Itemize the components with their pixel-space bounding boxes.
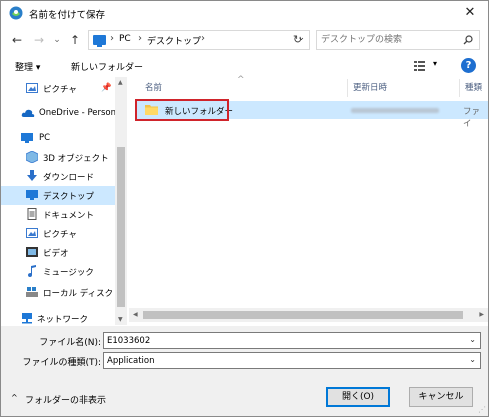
sort-ascending-icon: ^ [237,75,245,85]
window-title: 名前を付けて保存 [29,10,106,21]
scroll-down-icon[interactable]: ▼ [118,316,123,323]
navigation-pane: ピクチャ 📌 OneDrive - Person PC 3D オブジェクト ダウ… [1,77,127,325]
forward-arrow-icon[interactable]: → [31,32,47,48]
filename-field[interactable]: ⌄ [103,332,481,349]
cancel-button[interactable]: キャンセル [409,387,473,407]
file-list: ^ 名前 更新日時 種類 新しいフォルダー ファイ [129,75,488,325]
filename-dropdown-icon[interactable]: ⌄ [469,335,476,344]
help-icon[interactable]: ? [461,58,476,73]
sidebar-item-label: ビデオ [43,249,69,259]
sidebar-item-3d-objects[interactable]: 3D オブジェクト [1,148,115,167]
save-as-dialog: 名前を付けて保存 ✕ ← → ⌄ ↑ › PC › デスクトップ › ⌄ ↻ 整… [0,0,489,417]
sidebar-item-network[interactable]: ネットワーク [1,309,115,325]
network-icon [22,313,32,324]
sidebar-item-label: ミュージック [43,268,94,278]
pin-icon[interactable]: 📌 [101,83,112,93]
scroll-up-icon[interactable]: ▲ [118,79,123,86]
sidebar-item-label: OneDrive - Person [39,108,117,118]
sidebar-item-pictures-quick[interactable]: ピクチャ 📌 [1,79,115,98]
resize-grip-icon[interactable]: ⋰ [478,405,486,414]
recent-locations-chevron-icon[interactable]: ⌄ [49,32,65,48]
sidebar-item-label: 3D オブジェクト [43,154,109,164]
back-arrow-icon[interactable]: ← [9,32,25,48]
view-options-icon[interactable] [414,61,425,71]
sidebar-item-music[interactable]: ミュージック [1,262,115,281]
sidebar-item-label: ドキュメント [43,211,95,221]
hide-folders-label: フォルダーの非表示 [25,396,107,406]
sidebar-item-label: デスクトップ [43,192,95,202]
pictures-icon [26,83,38,93]
pc-icon [21,133,33,143]
filetype-select[interactable]: Application ⌄ [103,352,481,369]
videos-icon [26,247,38,257]
sidebar-item-local-disk[interactable]: ローカル ディスク (C [1,283,125,302]
sidebar-item-downloads[interactable]: ダウンロード [1,167,115,186]
filename-label: ファイル名(N): [39,338,101,348]
navigation-pane-scrollbar[interactable]: ▲ ▼ [115,77,127,325]
save-options-panel: ファイル名(N): ⌄ ファイルの種類(T): Application ⌄ ^ … [1,326,488,416]
sidebar-item-label: ピクチャ [43,230,77,240]
3d-objects-icon [26,151,38,163]
sidebar-item-documents[interactable]: ドキュメント [1,205,115,224]
search-box[interactable] [316,30,480,50]
column-header-type[interactable]: 種類 [465,81,482,93]
local-disk-icon [26,287,38,297]
search-icon[interactable] [463,35,473,45]
date-modified-redacted [351,108,439,113]
music-icon [28,265,36,277]
sidebar-item-videos[interactable]: ビデオ [1,243,115,262]
pictures-icon [26,228,38,238]
filetype-dropdown-icon[interactable]: ⌄ [469,355,476,364]
sidebar-item-desktop[interactable]: デスクトップ [1,186,115,205]
view-dropdown-icon[interactable]: ▾ [433,59,437,68]
sidebar-item-label: ネットワーク [37,315,89,325]
open-button[interactable]: 開く(O) [326,387,390,407]
column-header-name[interactable]: 名前 [145,81,162,93]
annotation-highlight-box [135,99,229,121]
chevron-up-icon: ^ [11,393,18,402]
breadcrumb-desktop[interactable]: デスクトップ [147,34,201,47]
scrollbar-thumb[interactable] [117,147,125,307]
filetype-label: ファイルの種類(T): [22,358,101,368]
scrollbar-thumb[interactable] [143,311,463,319]
column-header-date-modified[interactable]: 更新日時 [353,81,387,93]
scroll-left-icon[interactable]: ◀ [133,311,138,318]
sidebar-item-label: ピクチャ [43,85,77,95]
search-input[interactable] [321,33,459,47]
file-type: ファイ [463,107,481,129]
app-icon [9,6,23,20]
sidebar-item-label: ダウンロード [43,173,95,183]
up-arrow-icon[interactable]: ↑ [67,32,83,48]
chevron-right-icon: › [138,33,142,44]
file-list-horizontal-scrollbar[interactable]: ◀ ▶ [129,308,488,322]
command-bar: 整理 ▾ 新しいフォルダー ▾ ? [1,55,488,77]
new-folder-button[interactable]: 新しいフォルダー [71,60,143,73]
chevron-right-icon: › [110,33,114,44]
chevron-right-icon: › [201,33,205,44]
column-divider[interactable] [347,79,348,97]
documents-icon [27,208,37,220]
desktop-icon [26,190,38,200]
onedrive-icon [21,109,35,117]
column-divider[interactable] [459,79,460,97]
sidebar-item-onedrive[interactable]: OneDrive - Person [1,104,117,123]
filetype-value: Application [107,356,155,366]
close-button[interactable]: ✕ [452,1,488,25]
filename-input[interactable] [107,335,457,347]
breadcrumb-pc[interactable]: PC [119,34,131,44]
pc-icon [93,35,106,47]
sidebar-item-label: PC [39,133,51,143]
organize-button[interactable]: 整理 ▾ [15,60,40,73]
title-bar: 名前を付けて保存 ✕ [1,1,488,25]
sidebar-item-label: ローカル ディスク (C [43,289,126,299]
sidebar-item-pictures[interactable]: ピクチャ [1,224,115,243]
address-bar[interactable]: › PC › デスクトップ › ⌄ [88,30,310,50]
scroll-right-icon[interactable]: ▶ [479,311,484,318]
sidebar-item-pc[interactable]: PC [1,129,115,148]
refresh-icon[interactable]: ↻ [293,33,302,46]
navigation-bar: ← → ⌄ ↑ › PC › デスクトップ › ⌄ ↻ [1,27,488,53]
download-icon [27,170,37,181]
